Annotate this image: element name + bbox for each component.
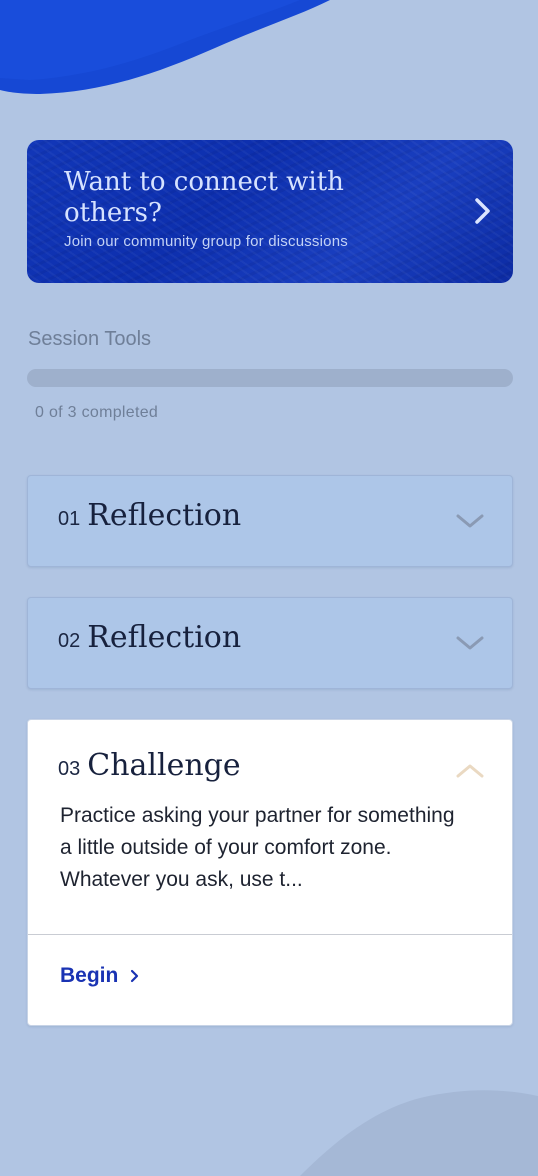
- tool-number: 01: [58, 508, 81, 530]
- session-tool-item-3: 03 Challenge Practice asking your partne…: [27, 719, 513, 1026]
- community-banner-subtitle: Join our community group for discussions: [64, 233, 348, 250]
- decorative-paint-blob-top: [0, 0, 330, 94]
- tool-title: Challenge: [87, 748, 241, 783]
- tool-number: 02: [58, 630, 81, 652]
- chevron-up-icon[interactable]: [455, 762, 485, 780]
- session-tool-item-1[interactable]: 01 Reflection: [27, 475, 513, 567]
- tool-header: 02 Reflection: [58, 620, 241, 655]
- session-progress-bar: [27, 369, 513, 387]
- community-group-banner[interactable]: Want to connect with others? Join our co…: [27, 140, 513, 283]
- tool-title: Reflection: [87, 620, 242, 655]
- session-progress-text: 0 of 3 completed: [35, 404, 159, 421]
- tool-title: Reflection: [87, 498, 242, 533]
- chevron-down-icon[interactable]: [455, 634, 485, 652]
- tool-header[interactable]: 03 Challenge: [58, 748, 241, 783]
- session-tool-item-2[interactable]: 02 Reflection: [27, 597, 513, 689]
- tool-header: 01 Reflection: [58, 498, 241, 533]
- community-banner-title: Want to connect with others?: [64, 167, 344, 228]
- chevron-right-icon: [131, 969, 139, 983]
- tool-description: Practice asking your partner for somethi…: [60, 804, 455, 891]
- begin-button[interactable]: Begin: [60, 964, 140, 988]
- card-divider: [28, 934, 512, 935]
- chevron-right-icon: [475, 198, 490, 224]
- chevron-down-icon[interactable]: [455, 512, 485, 530]
- tool-number: 03: [58, 758, 81, 780]
- decorative-paint-blob-bottom: [300, 1090, 538, 1176]
- session-tools-heading: Session Tools: [28, 328, 152, 350]
- begin-button-label: Begin: [60, 964, 119, 987]
